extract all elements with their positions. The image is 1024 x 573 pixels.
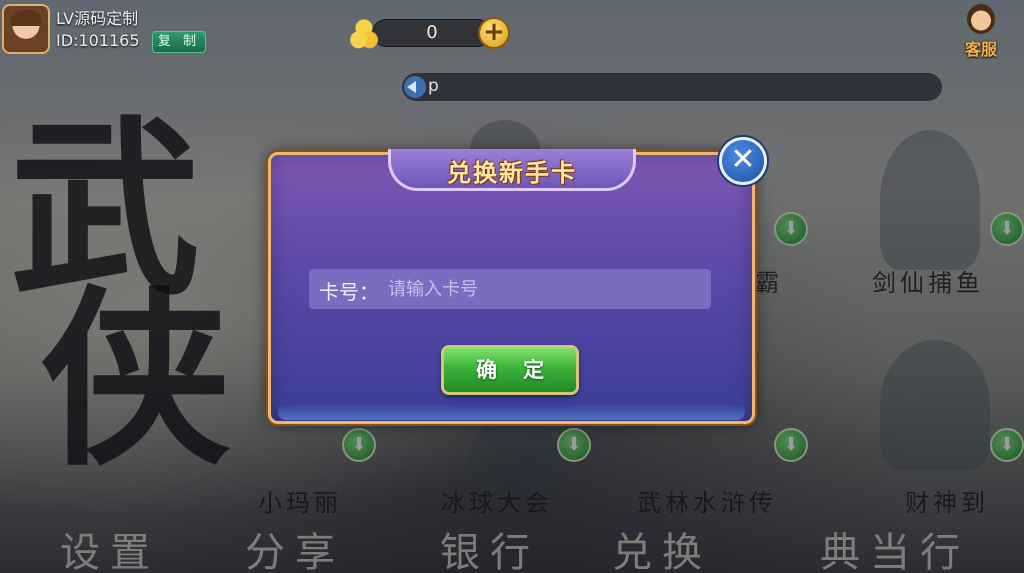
notice-text: p: [428, 76, 439, 96]
headset-avatar-icon: [967, 4, 995, 34]
copy-id-button[interactable]: 复 制: [152, 31, 206, 53]
dialog-title: 兑换新手卡: [447, 159, 577, 187]
add-gold-button[interactable]: +: [478, 17, 510, 49]
card-number-input[interactable]: [388, 272, 704, 306]
card-number-label: 卡号：: [319, 280, 379, 304]
dialog-bottom-glow: [278, 404, 745, 420]
customer-service-button[interactable]: 客服: [955, 4, 1007, 59]
gold-balance: 0: [372, 19, 492, 47]
close-button[interactable]: ✕: [719, 137, 767, 185]
avatar-hair: [10, 10, 42, 26]
customer-service-label: 客服: [964, 40, 997, 59]
user-id: ID:101165: [56, 31, 140, 50]
notice-bar: [402, 73, 942, 101]
user-name: LV源码定制: [56, 9, 139, 28]
speaker-icon: [404, 76, 426, 98]
confirm-button[interactable]: 确定: [441, 345, 579, 395]
gold-coins-icon: [346, 16, 382, 50]
avatar[interactable]: [2, 4, 50, 54]
